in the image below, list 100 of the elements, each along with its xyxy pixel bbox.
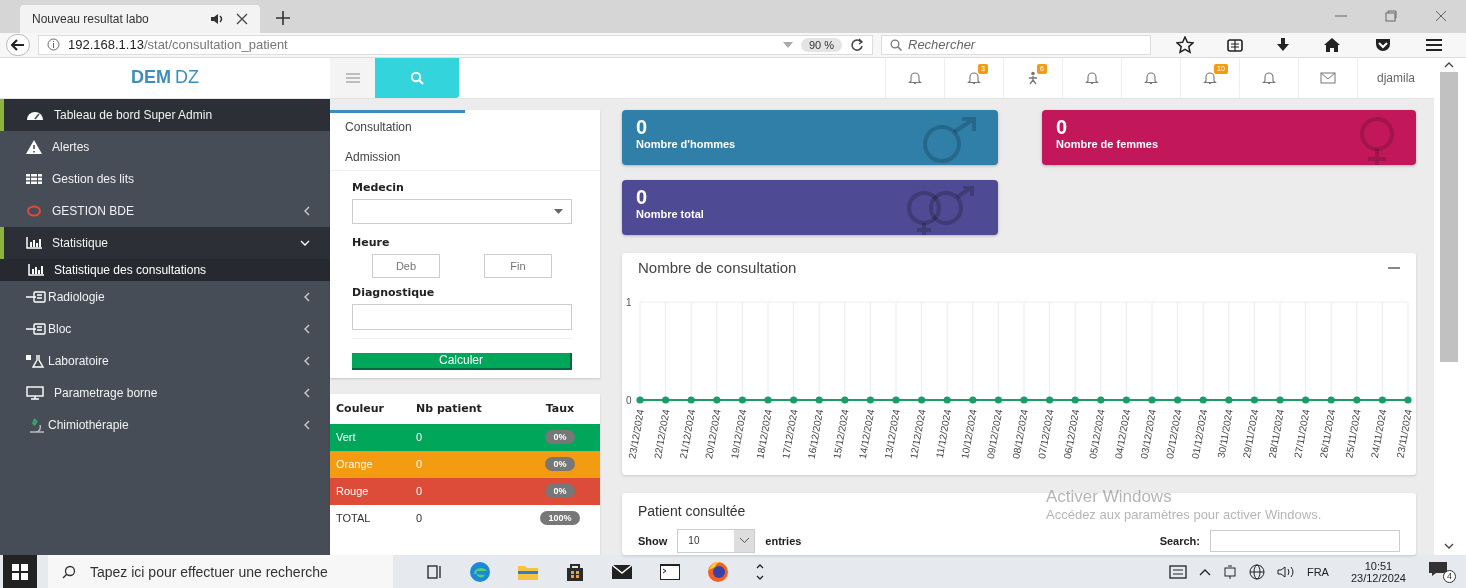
warning-icon — [26, 139, 42, 154]
sidebar-item[interactable]: Radiologie — [0, 280, 330, 313]
download-icon[interactable] — [1275, 36, 1290, 53]
shopping-bag-icon[interactable] — [565, 561, 585, 582]
person-icon[interactable] — [1026, 70, 1040, 85]
scroll-down-icon[interactable] — [1444, 543, 1454, 549]
globe-icon[interactable] — [1248, 563, 1265, 580]
browser-search-field[interactable]: Rechercher — [881, 34, 1151, 55]
chart-point — [943, 396, 951, 404]
url-text[interactable]: 192.168.1.13/stat/consultation_patient — [68, 37, 288, 53]
table-cell-text: 0 — [416, 485, 424, 498]
tab[interactable]: Admission — [330, 139, 465, 170]
bell-icon[interactable] — [967, 70, 981, 85]
end-time-field[interactable]: Fin — [484, 253, 552, 278]
clock[interactable]: 10:51 23/12/2024 — [1350, 559, 1406, 584]
bell-icon[interactable] — [1144, 70, 1158, 85]
bar-chart-icon — [28, 263, 44, 276]
axis-label: 21/12/2024 — [677, 408, 698, 460]
bell-icon[interactable] — [908, 70, 922, 85]
bar-chart-icon — [26, 236, 42, 249]
table-cell-text: 0 — [416, 512, 424, 525]
mail-icon[interactable] — [611, 563, 633, 580]
task-view-icon[interactable] — [427, 563, 443, 580]
rate-badge: 0% — [545, 484, 575, 499]
stat-label: Nombre total — [636, 207, 704, 220]
chart-point — [892, 396, 900, 404]
axis-label: 27/11/2024 — [1292, 408, 1312, 459]
restore-icon[interactable] — [1384, 8, 1398, 23]
chevron-up-icon[interactable] — [1198, 567, 1211, 576]
sidebar-item[interactable]: Parametrage borne — [0, 376, 330, 409]
menu-icon[interactable] — [1425, 37, 1444, 52]
zoom-level[interactable]: 90 % — [800, 37, 842, 52]
chart-point — [1250, 396, 1258, 404]
column-header: Taux — [544, 402, 576, 416]
chevron-down-icon — [300, 239, 310, 246]
new-tab-icon[interactable] — [276, 10, 290, 25]
sidebar-item[interactable]: Tableau de bord Super Admin — [0, 98, 330, 131]
caret-icon — [554, 208, 563, 214]
sidebar-item[interactable]: GESTION BDE — [0, 194, 330, 227]
chart-point — [1046, 396, 1054, 404]
taskbar-search-field[interactable]: Tapez ici pour effectuer une recherche — [48, 555, 393, 588]
tab[interactable]: Consultation — [330, 109, 465, 140]
axis-label: 02/12/2024 — [1164, 408, 1184, 460]
bell-icon[interactable] — [1085, 70, 1099, 85]
chart-point — [1122, 396, 1130, 404]
search-field[interactable] — [1210, 529, 1400, 552]
scroll-up-icon[interactable] — [1444, 61, 1454, 68]
sidebar-item[interactable]: Chimiothérapie — [0, 408, 330, 441]
axis-label: 14/12/2024 — [856, 408, 877, 460]
collapse-icon[interactable] — [1388, 265, 1400, 270]
chevron-left-icon — [304, 419, 310, 430]
close-icon[interactable] — [236, 12, 248, 25]
axis-label: 0 — [626, 394, 632, 406]
axis-label: 12/12/2024 — [908, 408, 928, 460]
axis-label: 04/12/2024 — [1112, 408, 1133, 460]
card-title: Patient consultée — [638, 502, 746, 519]
sidebar-subitem[interactable]: Statistique des consultations — [0, 258, 330, 281]
browser-tab[interactable]: Nouveau resultat labo — [20, 4, 260, 33]
browser-icon[interactable] — [469, 560, 491, 583]
chart-point — [1276, 396, 1284, 404]
sidebar-item[interactable]: Alertes — [0, 130, 330, 163]
language-indicator[interactable]: FRA — [1306, 565, 1329, 578]
pocket-icon[interactable] — [1374, 36, 1393, 53]
sidebar-item[interactable]: Laboratoire — [0, 344, 330, 377]
home-icon[interactable] — [1323, 36, 1342, 53]
stat-value: 0 — [1056, 115, 1069, 138]
chart-point — [687, 396, 695, 404]
close-icon[interactable] — [1434, 8, 1448, 23]
axis-label: 06/12/2024 — [1061, 408, 1082, 460]
terminal-icon[interactable] — [659, 562, 681, 581]
bell-icon[interactable] — [1262, 70, 1276, 85]
axis-label: 24/11/2024 — [1368, 408, 1389, 459]
field-label: Medecin — [352, 180, 405, 194]
logo[interactable]: DEM DZ — [0, 57, 330, 98]
page-size-select[interactable]: 10 — [677, 528, 756, 553]
sidebar-item[interactable]: Bloc — [0, 312, 330, 345]
bell-icon[interactable] — [1203, 70, 1217, 85]
axis-label: 23/11/2024 — [1394, 408, 1414, 459]
firefox-icon[interactable] — [707, 560, 729, 583]
chart-point — [1404, 396, 1412, 404]
axis-label: 01/12/2024 — [1189, 408, 1210, 460]
start-time-field[interactable]: Deb — [372, 253, 440, 278]
axis-label: 1 — [626, 296, 632, 308]
reload-icon[interactable] — [850, 37, 864, 52]
star-icon[interactable] — [1175, 35, 1194, 54]
rate-badge: 0% — [545, 430, 575, 445]
sidebar-item[interactable]: Gestion des lits — [0, 162, 330, 195]
reader-icon[interactable] — [1226, 36, 1243, 53]
table-cell-text: 0 — [416, 431, 424, 444]
device-icon — [26, 290, 46, 303]
stat-value: 0 — [636, 115, 649, 138]
volume-icon[interactable] — [1276, 564, 1295, 579]
diagnosis-field[interactable] — [352, 303, 572, 330]
info-icon[interactable] — [47, 38, 60, 52]
entries-label: entries — [765, 534, 802, 547]
back-button[interactable] — [6, 33, 30, 56]
sidebar-item[interactable]: Statistique — [0, 226, 330, 259]
chevron-left-icon — [304, 291, 310, 302]
chart-point — [1020, 396, 1028, 404]
keyboard-icon[interactable] — [1168, 564, 1187, 579]
